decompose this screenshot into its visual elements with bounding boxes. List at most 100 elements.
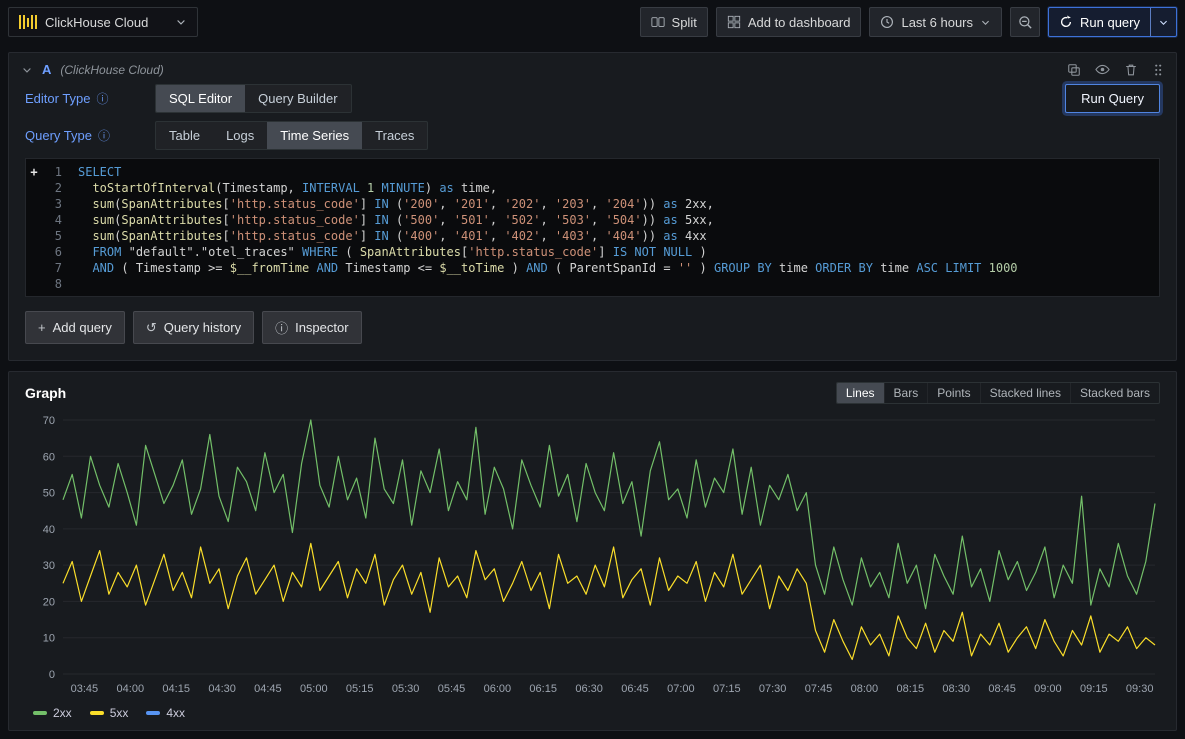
query-type-label-group: Query Type ⓘ xyxy=(25,127,155,144)
add-to-dashboard-button[interactable]: Add to dashboard xyxy=(716,7,862,37)
code-line[interactable]: 8 xyxy=(26,276,1159,292)
query-type-label: Query Type xyxy=(25,128,92,143)
code-line[interactable]: 3 sum(SpanAttributes['http.status_code']… xyxy=(26,196,1159,212)
svg-text:0: 0 xyxy=(49,669,55,681)
svg-text:08:15: 08:15 xyxy=(897,683,925,695)
editor-type-label: Editor Type xyxy=(25,91,91,106)
svg-text:06:15: 06:15 xyxy=(529,683,557,695)
history-icon: ↺ xyxy=(146,320,157,336)
draw-mode-stacked-lines[interactable]: Stacked lines xyxy=(980,383,1070,403)
query-type-tab-traces[interactable]: Traces xyxy=(362,122,427,149)
zoom-out-button[interactable] xyxy=(1010,7,1040,37)
svg-text:06:30: 06:30 xyxy=(575,683,603,695)
legend-item-5xx[interactable]: 5xx xyxy=(90,706,129,720)
legend-label-5xx: 5xx xyxy=(110,706,129,720)
svg-text:07:15: 07:15 xyxy=(713,683,741,695)
info-icon[interactable]: ⓘ xyxy=(97,90,109,107)
graph-panel: Graph Lines Bars Points Stacked lines St… xyxy=(8,371,1177,731)
code-line[interactable]: 6 FROM "default"."otel_traces" WHERE ( S… xyxy=(26,244,1159,260)
legend-swatch-4xx xyxy=(146,711,160,715)
run-query-label: Run query xyxy=(1080,15,1140,30)
clickhouse-logo-icon xyxy=(19,15,37,29)
legend-item-2xx[interactable]: 2xx xyxy=(33,706,72,720)
panel-run-query-button[interactable]: Run Query xyxy=(1065,84,1160,113)
time-range-picker[interactable]: Last 6 hours xyxy=(869,7,1002,37)
svg-text:05:45: 05:45 xyxy=(438,683,466,695)
query-footer: + Add query ↺ Query history ⓘ Inspector xyxy=(9,297,1176,358)
time-range-label: Last 6 hours xyxy=(901,15,973,30)
code-line[interactable]: +1SELECT xyxy=(26,164,1159,180)
query-type-tab-logs[interactable]: Logs xyxy=(213,122,267,149)
svg-text:06:00: 06:00 xyxy=(484,683,512,695)
split-button[interactable]: Split xyxy=(640,7,708,37)
refresh-icon xyxy=(1059,15,1073,29)
split-icon xyxy=(651,15,665,29)
svg-text:08:45: 08:45 xyxy=(988,683,1016,695)
svg-text:03:45: 03:45 xyxy=(71,683,99,695)
draw-mode-points[interactable]: Points xyxy=(927,383,979,403)
trash-icon xyxy=(1124,63,1138,77)
svg-text:07:30: 07:30 xyxy=(759,683,787,695)
query-ref-id: A xyxy=(42,62,51,77)
editor-type-switch: SQL Editor Query Builder xyxy=(155,84,352,113)
run-query-dropdown[interactable] xyxy=(1150,8,1176,36)
info-icon: ⓘ xyxy=(275,318,288,337)
query-history-button[interactable]: ↺ Query history xyxy=(133,311,254,344)
query-type-tab-time-series[interactable]: Time Series xyxy=(267,122,362,149)
explore-content: A (ClickHouse Cloud) xyxy=(0,44,1185,739)
collapse-query-button[interactable] xyxy=(21,64,33,76)
datasource-name: ClickHouse Cloud xyxy=(45,15,148,30)
code-line[interactable]: 5 sum(SpanAttributes['http.status_code']… xyxy=(26,228,1159,244)
svg-text:05:00: 05:00 xyxy=(300,683,328,695)
svg-text:06:45: 06:45 xyxy=(621,683,649,695)
draw-mode-stacked-bars[interactable]: Stacked bars xyxy=(1070,383,1159,403)
svg-text:04:30: 04:30 xyxy=(208,683,236,695)
query-type-tab-table[interactable]: Table xyxy=(156,122,213,149)
draw-mode-lines[interactable]: Lines xyxy=(837,383,884,403)
toggle-query-visibility-button[interactable] xyxy=(1095,62,1110,77)
svg-text:05:15: 05:15 xyxy=(346,683,374,695)
legend-swatch-2xx xyxy=(33,711,47,715)
legend-label-4xx: 4xx xyxy=(166,706,185,720)
add-query-label: Add query xyxy=(53,320,112,335)
editor-type-row: Editor Type ⓘ SQL Editor Query Builder R… xyxy=(9,84,1176,113)
inspector-label: Inspector xyxy=(295,320,348,335)
plus-icon: + xyxy=(38,320,46,335)
code-line[interactable]: 4 sum(SpanAttributes['http.status_code']… xyxy=(26,212,1159,228)
copy-icon xyxy=(1067,63,1081,77)
toolbar-right-group: Split Add to dashboard Last 6 hours xyxy=(640,7,1177,37)
chevron-down-icon xyxy=(175,16,187,28)
inspector-button[interactable]: ⓘ Inspector xyxy=(262,311,362,344)
drag-handle-icon xyxy=(1152,63,1164,77)
query-type-row: Query Type ⓘ Table Logs Time Series Trac… xyxy=(9,121,1176,150)
code-line[interactable]: 7 AND ( Timestamp >= $__fromTime AND Tim… xyxy=(26,260,1159,276)
svg-text:05:30: 05:30 xyxy=(392,683,420,695)
add-query-button[interactable]: + Add query xyxy=(25,311,125,344)
svg-text:20: 20 xyxy=(43,596,55,608)
editor-type-option-sql-editor[interactable]: SQL Editor xyxy=(156,85,245,112)
delete-query-button[interactable] xyxy=(1124,63,1138,77)
duplicate-query-button[interactable] xyxy=(1067,63,1081,77)
sql-editor[interactable]: +1SELECT2 toStartOfInterval(Timestamp, I… xyxy=(25,158,1160,297)
info-icon[interactable]: ⓘ xyxy=(98,127,110,144)
svg-text:04:45: 04:45 xyxy=(254,683,282,695)
datasource-picker[interactable]: ClickHouse Cloud xyxy=(8,7,198,37)
draw-mode-selector: Lines Bars Points Stacked lines Stacked … xyxy=(836,382,1160,404)
drag-query-handle[interactable] xyxy=(1152,63,1164,77)
top-toolbar: ClickHouse Cloud Split Add to dashboard … xyxy=(0,0,1185,44)
draw-mode-bars[interactable]: Bars xyxy=(884,383,928,403)
query-header-actions xyxy=(1067,62,1164,77)
svg-text:60: 60 xyxy=(43,451,55,463)
svg-text:07:00: 07:00 xyxy=(667,683,695,695)
svg-text:70: 70 xyxy=(43,415,55,427)
eye-icon xyxy=(1095,62,1110,77)
svg-text:30: 30 xyxy=(43,560,55,572)
run-query-button-group: Run query xyxy=(1048,7,1177,37)
legend-item-4xx[interactable]: 4xx xyxy=(146,706,185,720)
time-series-chart[interactable]: 01020304050607003:4504:0004:1504:3004:45… xyxy=(25,412,1162,704)
editor-type-option-query-builder[interactable]: Query Builder xyxy=(245,85,350,112)
svg-text:08:00: 08:00 xyxy=(851,683,879,695)
run-query-button[interactable]: Run query xyxy=(1049,8,1150,36)
query-editor-panel: A (ClickHouse Cloud) xyxy=(8,52,1177,361)
code-line[interactable]: 2 toStartOfInterval(Timestamp, INTERVAL … xyxy=(26,180,1159,196)
